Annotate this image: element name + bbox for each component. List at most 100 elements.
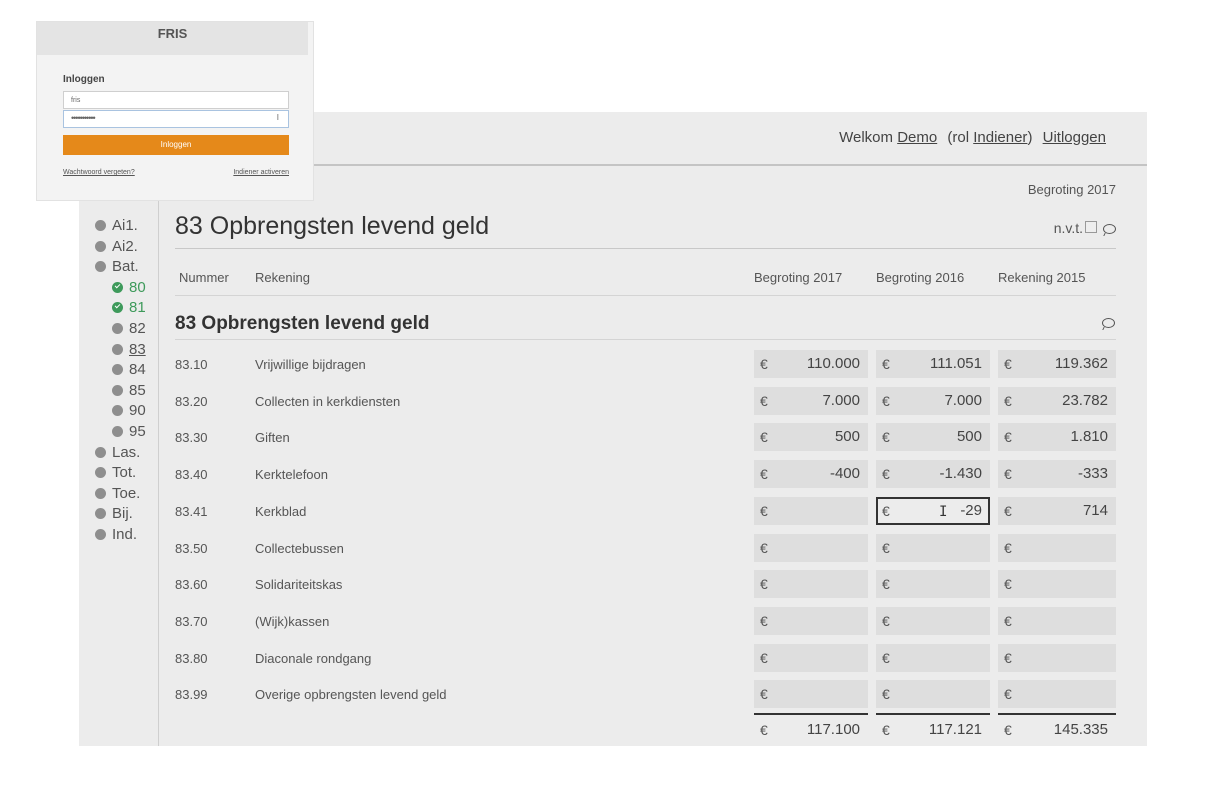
- login-button[interactable]: Inloggen: [63, 135, 289, 155]
- budget-2017-input[interactable]: €: [754, 533, 868, 562]
- budget-2016-input[interactable]: €: [876, 606, 990, 635]
- table-row: 83.50 Collectebussen € € €: [175, 533, 1116, 563]
- sidebar-item[interactable]: Bij.: [79, 504, 158, 525]
- sidebar-item[interactable]: Ai2.: [79, 237, 158, 258]
- currency-symbol: €: [760, 686, 768, 703]
- nvt-checkbox[interactable]: [1085, 221, 1097, 234]
- sidebar-item-label: Toe.: [112, 484, 141, 502]
- cell-value: -400: [829, 465, 860, 483]
- currency-symbol: €: [760, 356, 768, 372]
- page-title: 83 Opbrengsten levend geld: [175, 212, 490, 240]
- account-2015-input[interactable]: €1.810: [998, 423, 1116, 452]
- budget-2017-input[interactable]: €: [754, 643, 868, 672]
- budget-2016-input[interactable]: €: [876, 533, 990, 562]
- sidebar-item[interactable]: Ind.: [79, 525, 158, 546]
- account-2015-input[interactable]: €: [998, 680, 1116, 709]
- currency-symbol: €: [1004, 429, 1012, 446]
- account-number: 83.40: [175, 467, 208, 483]
- account-2015-input[interactable]: € -333: [998, 460, 1116, 489]
- budget-2017-input[interactable]: €: [754, 496, 868, 525]
- login-popup: FRIS Inloggen fris ••••••••••• I Inloggen…: [37, 22, 313, 200]
- sidebar-item[interactable]: Ai1.: [79, 216, 158, 237]
- user-link[interactable]: Demo: [897, 129, 937, 146]
- table-row: 83.60 Solidariteitskas € € €: [175, 569, 1116, 599]
- total-budget-2016: €117.121: [876, 713, 990, 745]
- sidebar-item[interactable]: Tot.: [79, 463, 158, 484]
- nvt-label: n.v.t.: [1053, 220, 1083, 236]
- budget-2017-input[interactable]: €: [754, 680, 868, 709]
- currency-symbol: €: [760, 429, 768, 446]
- sidebar-item[interactable]: Toe.: [79, 484, 158, 505]
- sidebar-item-label: Ai1.: [112, 217, 138, 234]
- sidebar-item[interactable]: 84: [79, 360, 158, 381]
- table-row: 83.10 Vrijwillige bijdragen €110.000 €111.0…: [175, 349, 1116, 379]
- role-link[interactable]: Indiener: [973, 129, 1027, 146]
- cell-value: 23.782: [1062, 391, 1108, 409]
- currency-symbol: €: [882, 649, 890, 666]
- account-2015-input[interactable]: €: [998, 570, 1116, 599]
- budget-2017-input[interactable]: €110.000: [754, 350, 868, 378]
- sidebar-item[interactable]: 95: [79, 422, 158, 443]
- sidebar-item[interactable]: 85: [79, 381, 158, 402]
- column-header-budget-2017: Begroting 2017: [754, 270, 843, 285]
- username-input[interactable]: fris: [63, 91, 289, 109]
- sidebar-item[interactable]: 83: [79, 340, 158, 361]
- forgot-password-link[interactable]: Wachtwoord vergeten?: [63, 169, 135, 176]
- sidebar-item-label: Ind.: [112, 525, 138, 543]
- section-comment-icon[interactable]: [1102, 318, 1115, 328]
- account-2015-input[interactable]: €119.362: [998, 350, 1116, 378]
- budget-2016-input[interactable]: €: [876, 643, 990, 672]
- activate-submitter-link[interactable]: Indiener activeren: [233, 169, 289, 176]
- sidebar-item[interactable]: 90: [79, 401, 158, 422]
- sidebar-item-label: 95: [129, 422, 146, 440]
- sidebar-item[interactable]: 82: [79, 319, 158, 340]
- budget-2016-input[interactable]: €111.051: [876, 350, 990, 378]
- budget-2017-input[interactable]: €500: [754, 423, 868, 452]
- currency-symbol: €: [882, 576, 890, 593]
- logout-link[interactable]: Uitloggen: [1043, 129, 1106, 146]
- status-dot-icon: [112, 384, 123, 396]
- budget-2016-input[interactable]: €: [876, 680, 990, 709]
- currency-symbol: €: [760, 392, 768, 409]
- main-content: Begroting 2017 83 Opbrengsten levend gel…: [175, 166, 1116, 746]
- cell-value: 111.051: [930, 355, 982, 372]
- account-number: 83.70: [175, 613, 208, 629]
- status-dot-icon: [112, 322, 123, 334]
- budget-2016-input[interactable]: €: [876, 570, 990, 599]
- account-name: Collectebussen: [255, 540, 344, 556]
- status-dot-icon: [112, 405, 123, 417]
- cell-value: -29: [960, 501, 982, 519]
- account-number: 83.50: [175, 540, 208, 556]
- account-name: Diaconale rondgang: [255, 650, 372, 666]
- account-2015-input[interactable]: €23.782: [998, 386, 1116, 415]
- status-dot-icon: [95, 467, 106, 479]
- account-2015-input[interactable]: €714: [998, 496, 1116, 525]
- comment-icon[interactable]: [1103, 224, 1116, 235]
- account-2015-input[interactable]: €: [998, 643, 1116, 672]
- budget-2016-input[interactable]: € -29 I: [876, 496, 990, 525]
- sidebar-item[interactable]: 81: [79, 298, 158, 319]
- budget-2016-input[interactable]: €500: [876, 423, 990, 452]
- password-input[interactable]: ••••••••••• I: [63, 110, 289, 128]
- account-name: Giften: [255, 430, 290, 446]
- account-2015-input[interactable]: €: [998, 533, 1116, 562]
- sidebar-item-label: Las.: [112, 443, 141, 461]
- account-2015-input[interactable]: €: [998, 606, 1116, 635]
- budget-2016-input[interactable]: € -1.430: [876, 460, 990, 489]
- currency-symbol: €: [882, 392, 890, 409]
- sidebar-item[interactable]: 80: [79, 278, 158, 299]
- sidebar-item[interactable]: Las.: [79, 443, 158, 464]
- table-row: 83.20 Collecten in kerkdiensten €7.000 €7.0…: [175, 386, 1116, 416]
- totals-row: €117.100 €117.121 €145.335: [175, 713, 1116, 745]
- nvt-toggle: n.v.t.: [1054, 220, 1116, 236]
- budget-2017-input[interactable]: € -400: [754, 460, 868, 489]
- sidebar-item-label: 81: [129, 299, 146, 317]
- budget-2017-input[interactable]: €: [754, 570, 868, 599]
- budget-2016-input[interactable]: €7.000: [876, 386, 990, 415]
- sidebar-item-label: Bij.: [112, 505, 133, 523]
- budget-2017-input[interactable]: €: [754, 606, 868, 635]
- budget-2017-input[interactable]: €7.000: [754, 386, 868, 415]
- currency-symbol: €: [1004, 612, 1012, 629]
- total-account-2015: €145.335: [998, 713, 1116, 745]
- sidebar-item[interactable]: Bat.: [79, 257, 158, 278]
